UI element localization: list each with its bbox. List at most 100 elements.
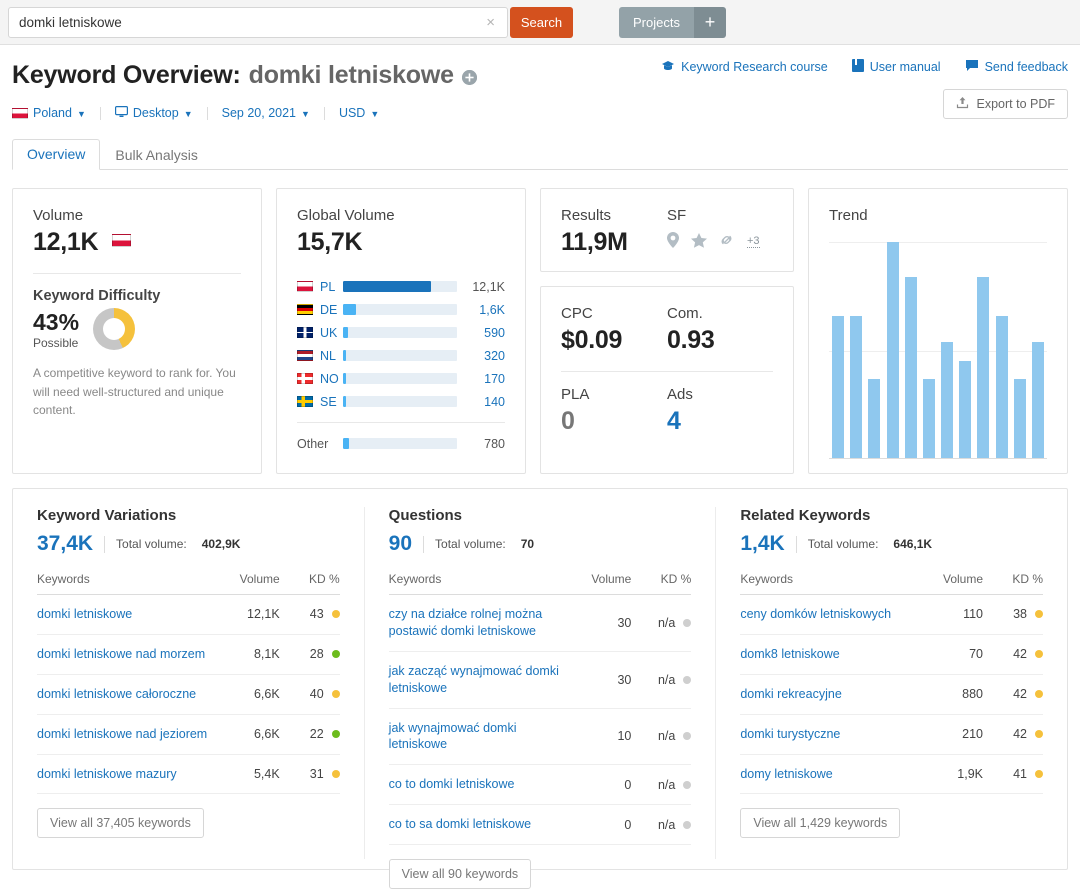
trend-bar[interactable]: [941, 341, 954, 459]
trend-bar[interactable]: [995, 315, 1008, 459]
search-box[interactable]: ×: [8, 6, 508, 38]
global-volume-row[interactable]: UK 590: [297, 321, 505, 344]
global-volume-row[interactable]: PL 12,1K: [297, 275, 505, 298]
link-keyword-research-course[interactable]: Keyword Research course: [661, 60, 828, 75]
filter-country[interactable]: Poland ▼: [12, 106, 100, 120]
keyword-link[interactable]: domki letniskowe całoroczne: [37, 686, 196, 703]
view-all-questions-button[interactable]: View all 90 keywords: [388, 859, 532, 889]
ads-value[interactable]: 4: [667, 407, 773, 436]
column-header-kd[interactable]: KD %: [631, 566, 692, 595]
volume-cell: 1,9K: [919, 754, 984, 795]
column-header-volume[interactable]: Volume: [215, 566, 280, 595]
table-row[interactable]: domki letniskowe mazury 5,4K 31: [37, 754, 340, 795]
keyword-link[interactable]: domy letniskowe: [740, 766, 832, 783]
filter-device[interactable]: Desktop ▼: [114, 105, 207, 121]
tab-bulk-analysis[interactable]: Bulk Analysis: [100, 140, 212, 170]
keyword-link[interactable]: domk8 letniskowe: [740, 646, 839, 663]
column-header-volume[interactable]: Volume: [567, 566, 632, 595]
keyword-link[interactable]: domki letniskowe nad jeziorem: [37, 726, 207, 743]
clear-search-icon[interactable]: ×: [480, 15, 507, 30]
view-all-variations-button[interactable]: View all 37,405 keywords: [37, 808, 204, 839]
trend-bar[interactable]: [1013, 378, 1026, 459]
tab-overview[interactable]: Overview: [12, 139, 101, 170]
column-header-volume[interactable]: Volume: [919, 566, 984, 595]
column-header-keywords[interactable]: Keywords: [388, 566, 568, 595]
link-user-manual[interactable]: User manual: [851, 59, 941, 75]
keyword-link[interactable]: ceny domków letniskowych: [740, 606, 891, 623]
trend-bar-slot: [974, 242, 992, 459]
filter-currency[interactable]: USD ▼: [339, 106, 393, 120]
view-all-related-button[interactable]: View all 1,429 keywords: [740, 808, 901, 839]
link-label: Send feedback: [984, 60, 1068, 74]
volume-cell: 12,1K: [215, 594, 280, 635]
global-volume-row[interactable]: NL 320: [297, 344, 505, 367]
trend-bar[interactable]: [977, 276, 990, 459]
kd-dot-cell: [675, 804, 692, 845]
keyword-link[interactable]: co to sa domki letniskowe: [389, 816, 531, 833]
keyword-link[interactable]: domki rekreacyjne: [740, 686, 841, 703]
keyword-link[interactable]: domki letniskowe mazury: [37, 766, 177, 783]
filter-date[interactable]: Sep 20, 2021 ▼: [222, 106, 324, 120]
map-pin-icon[interactable]: [667, 232, 679, 251]
kd-status-dot: [331, 690, 340, 699]
table-header-row: Keywords Volume KD %: [37, 566, 340, 595]
column-header-keywords[interactable]: Keywords: [740, 566, 920, 595]
table-row[interactable]: jak wynajmować domki letniskowe 10 n/a: [388, 708, 692, 766]
keyword-cell: domki turystyczne: [740, 714, 920, 755]
search-button[interactable]: Search: [510, 6, 573, 38]
global-volume-row[interactable]: DE 1,6K: [297, 298, 505, 321]
keyword-link[interactable]: domki letniskowe nad morzem: [37, 646, 205, 663]
table-row[interactable]: co to domki letniskowe 0 n/a: [388, 764, 692, 806]
table-row[interactable]: domki letniskowe całoroczne 6,6K 40: [37, 674, 340, 715]
table-row[interactable]: domk8 letniskowe 70 42: [740, 634, 1044, 675]
keyword-link[interactable]: domki letniskowe: [37, 606, 132, 623]
link-send-feedback[interactable]: Send feedback: [965, 59, 1068, 75]
global-volume-row[interactable]: Other 780: [297, 432, 505, 455]
cpc-card: CPC $0.09 Com. 0.93 PLA 0 Ads 4: [540, 286, 794, 474]
table-row[interactable]: domki letniskowe nad jeziorem 6,6K 22: [37, 714, 340, 755]
table-row[interactable]: jak zacząć wynajmować domki letniskowe 30…: [388, 651, 692, 709]
sf-more-button[interactable]: +3: [747, 235, 760, 248]
keyword-link[interactable]: czy na działce rolnej można postawić dom…: [389, 606, 568, 640]
add-project-button[interactable]: +: [693, 6, 726, 38]
table-row[interactable]: domki turystyczne 210 42: [740, 714, 1044, 755]
star-icon[interactable]: [691, 232, 707, 251]
country-code: PL: [320, 279, 336, 294]
keyword-link[interactable]: jak wynajmować domki letniskowe: [389, 720, 568, 754]
plus-circle-icon[interactable]: [461, 70, 477, 85]
trend-bar[interactable]: [904, 276, 917, 459]
kd-dot-cell: [323, 674, 340, 715]
global-volume-row[interactable]: NO 170: [297, 367, 505, 390]
link-icon[interactable]: [719, 233, 735, 250]
trend-bar[interactable]: [922, 378, 935, 459]
trend-bar[interactable]: [886, 242, 899, 459]
trend-bar-slot: [847, 242, 865, 459]
column-header-keywords[interactable]: Keywords: [37, 566, 216, 595]
trend-bar[interactable]: [850, 315, 863, 459]
table-row[interactable]: domy letniskowe 1,9K 41: [740, 754, 1044, 795]
global-volume-row[interactable]: SE 140: [297, 390, 505, 413]
table-row[interactable]: czy na działce rolnej można postawić dom…: [388, 594, 692, 652]
export-to-pdf-button[interactable]: Export to PDF: [942, 89, 1068, 119]
table-row[interactable]: domki letniskowe 12,1K 43: [37, 594, 340, 635]
volume-cell: 880: [919, 674, 984, 715]
table-row[interactable]: domki rekreacyjne 880 42: [740, 674, 1044, 715]
trend-bar[interactable]: [959, 361, 972, 459]
trend-bar[interactable]: [868, 378, 881, 459]
table-row[interactable]: co to sa domki letniskowe 0 n/a: [388, 804, 692, 845]
search-input[interactable]: [9, 7, 481, 37]
table-row[interactable]: domki letniskowe nad morzem 8,1K 28: [37, 634, 340, 675]
table-row[interactable]: ceny domków letniskowych 110 38: [740, 594, 1044, 635]
column-header-kd[interactable]: KD %: [983, 566, 1044, 595]
kd-cell: 28: [279, 634, 324, 675]
column-header-kd[interactable]: KD %: [279, 566, 340, 595]
flag-uk-icon: [297, 327, 313, 338]
keyword-link[interactable]: domki turystyczne: [740, 726, 840, 743]
trend-bar[interactable]: [832, 315, 845, 459]
trend-bar[interactable]: [1031, 341, 1044, 459]
volume-value: 590: [484, 325, 505, 340]
keyword-link[interactable]: jak zacząć wynajmować domki letniskowe: [389, 663, 568, 697]
projects-control[interactable]: Projects +: [619, 6, 726, 38]
keyword-link[interactable]: co to domki letniskowe: [389, 776, 515, 793]
projects-button[interactable]: Projects: [619, 6, 694, 38]
